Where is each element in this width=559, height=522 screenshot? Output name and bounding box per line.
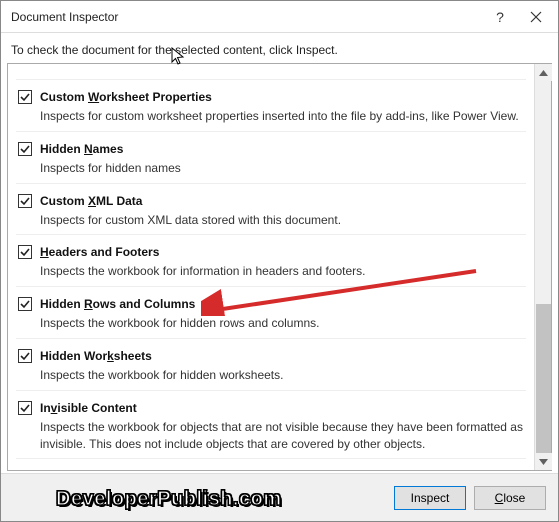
titlebar: Document Inspector ? [1,1,558,33]
dialog-footer: Inspect Close [1,473,558,521]
option-label: Hidden Worksheets [40,349,152,363]
option-description: Inspects the workbook for hidden workshe… [40,367,524,384]
option-description: Inspects the workbook for objects that a… [40,419,524,453]
option-invisible-content: Invisible Content Inspects the workbook f… [16,391,526,460]
option-hidden-names: Hidden Names Inspects for hidden names [16,132,526,184]
option-hidden-rows-and-columns: Hidden Rows and Columns Inspects the work… [16,287,526,339]
checkbox-hidden-worksheets[interactable] [18,349,32,363]
scroll-down-button[interactable] [535,453,552,470]
partial-item-top [16,64,526,80]
help-button[interactable]: ? [482,1,518,33]
close-icon [530,11,542,23]
option-custom-xml-data: Custom XML Data Inspects for custom XML d… [16,184,526,236]
checkbox-hidden-rows-and-columns[interactable] [18,297,32,311]
inspect-button[interactable]: Inspect [394,486,466,510]
option-label: Invisible Content [40,401,137,415]
instruction-text: To check the document for the selected c… [1,33,558,63]
checkbox-custom-worksheet-properties[interactable] [18,90,32,104]
option-headers-and-footers: Headers and Footers Inspects the workbook… [16,235,526,287]
scroll-thumb[interactable] [536,304,551,454]
window-title: Document Inspector [11,10,118,24]
option-custom-worksheet-properties: Custom Worksheet Properties Inspects for … [16,80,526,132]
close-window-button[interactable] [518,1,554,33]
option-description: Inspects the workbook for information in… [40,263,524,280]
option-label: Hidden Rows and Columns [40,297,195,311]
scrollbar[interactable] [534,64,551,470]
option-description: Inspects for custom worksheet properties… [40,108,524,125]
option-label: Headers and Footers [40,245,159,259]
inspector-options-list: Custom Worksheet Properties Inspects for … [8,64,534,470]
checkbox-hidden-names[interactable] [18,142,32,156]
checkbox-headers-and-footers[interactable] [18,245,32,259]
checkbox-invisible-content[interactable] [18,401,32,415]
option-description: Inspects for hidden names [40,160,524,177]
option-hidden-worksheets: Hidden Worksheets Inspects the workbook f… [16,339,526,391]
option-description: Inspects for custom XML data stored with… [40,212,524,229]
close-button[interactable]: Close [474,486,546,510]
scroll-up-button[interactable] [535,64,552,81]
option-description: Inspects the workbook for hidden rows an… [40,315,524,332]
option-label: Custom XML Data [40,194,142,208]
option-label: Hidden Names [40,142,123,156]
option-label: Custom Worksheet Properties [40,90,212,104]
checkbox-custom-xml-data[interactable] [18,194,32,208]
